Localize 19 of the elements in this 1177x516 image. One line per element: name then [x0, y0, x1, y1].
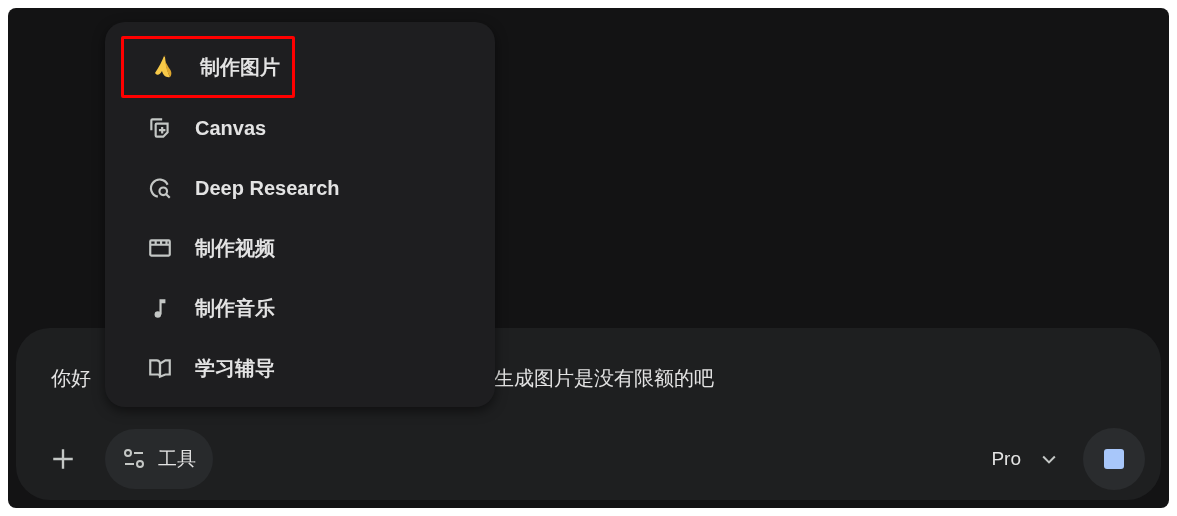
menu-item-label: 学习辅导: [195, 356, 275, 381]
menu-item[interactable]: 制作图片: [121, 36, 295, 98]
menu-item[interactable]: 学习辅导: [121, 338, 287, 398]
menu-item-label: 制作音乐: [195, 296, 275, 321]
menu-item-label: Deep Research: [195, 176, 340, 201]
menu-item[interactable]: Deep Research: [121, 158, 352, 218]
menu-item[interactable]: Canvas: [121, 98, 279, 158]
tools-button[interactable]: 工具: [105, 429, 213, 489]
menu-item-label: Canvas: [195, 116, 267, 141]
menu-item-label: 制作图片: [200, 55, 280, 80]
menu-item[interactable]: 制作视频: [121, 218, 287, 278]
prompt-text: 生成图片是没有限额的吧: [494, 366, 714, 391]
plus-icon: [50, 446, 76, 472]
sliders-icon: [122, 447, 146, 471]
prompt-text: 你好: [51, 366, 91, 391]
menu-item[interactable]: 制作音乐: [121, 278, 287, 338]
stop-icon: [1104, 449, 1124, 469]
menu-item-label: 制作视频: [195, 236, 275, 261]
model-selector[interactable]: Pro: [991, 444, 1059, 474]
